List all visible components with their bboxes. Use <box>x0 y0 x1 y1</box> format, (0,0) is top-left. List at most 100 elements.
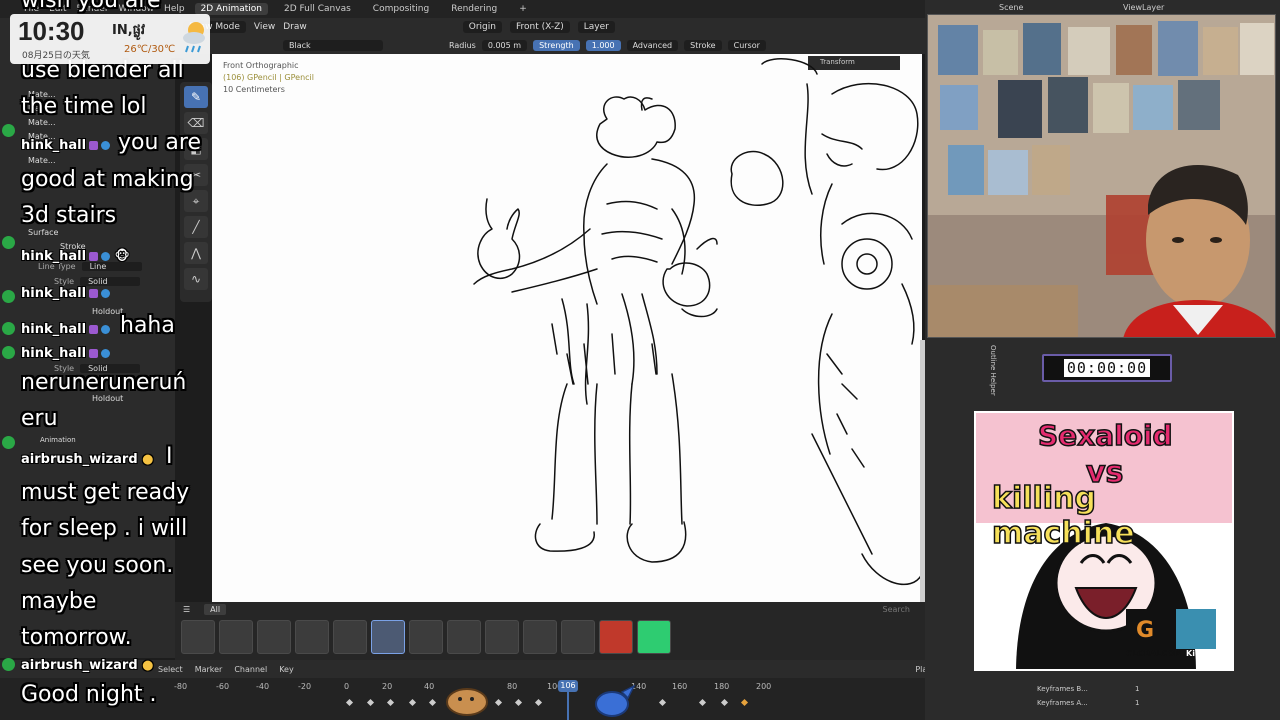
draw-menu[interactable]: Draw <box>283 22 307 32</box>
workspace-tab-rendering[interactable]: Rendering <box>445 3 503 15</box>
keyframe[interactable] <box>428 698 437 707</box>
line-tool-button[interactable]: ╱ <box>184 216 208 238</box>
frame-tick: 40 <box>424 682 435 691</box>
keyframes-a-label: Keyframes A... <box>1037 699 1088 707</box>
keyframe[interactable] <box>534 698 543 707</box>
brush-thumbnail[interactable] <box>295 620 329 654</box>
stream-timer: 00:00:00 <box>1042 354 1172 382</box>
brush-thumbnail[interactable] <box>485 620 519 654</box>
keyframes-a-value[interactable]: 1 <box>1135 699 1139 707</box>
material-slot[interactable]: Mate... <box>28 154 56 166</box>
brush-thumbnail[interactable] <box>523 620 557 654</box>
polyline-tool-button[interactable]: ⋀ <box>184 242 208 264</box>
menu-window[interactable]: Window <box>119 4 155 14</box>
fill-tool-button[interactable]: ◧ <box>184 138 208 160</box>
keyframe[interactable] <box>386 698 395 707</box>
keyframes-b-value[interactable]: 1 <box>1135 685 1139 693</box>
outline-helper-tab[interactable]: Outline Helper <box>989 345 997 396</box>
timeline-menu-channel[interactable]: Channel <box>234 665 267 674</box>
keyframe[interactable] <box>366 698 375 707</box>
style-dropdown[interactable]: Solid <box>80 276 141 286</box>
material-dropdown[interactable]: Black <box>283 39 383 51</box>
brush-thumbnail[interactable] <box>409 620 443 654</box>
holdout-row[interactable]: Holdout <box>92 392 123 404</box>
draw-tool-button[interactable]: ✎ <box>184 86 208 108</box>
weather-clock-widget: 10:30 IN,ផ្លូវ 08月25日の天気 26℃/30℃ <box>10 14 210 64</box>
keyframe[interactable] <box>698 698 707 707</box>
store-label: Kindle <box>1186 649 1215 658</box>
keyframe[interactable] <box>720 698 729 707</box>
keyframe[interactable] <box>658 698 667 707</box>
brush-thumbnail[interactable] <box>181 620 215 654</box>
projection-dropdown[interactable]: Front (X-Z) <box>509 21 570 33</box>
tab-all-brushes[interactable]: All <box>204 603 227 615</box>
scene-selector[interactable]: Scene <box>999 3 1023 12</box>
drawing-viewport[interactable]: Front Orthographic (106) GPencil | GPenc… <box>212 54 922 602</box>
workspace-tab-2d-full-canvas[interactable]: 2D Full Canvas <box>278 3 357 15</box>
keyframe-selected[interactable] <box>740 698 749 707</box>
surface-section[interactable]: Surface <box>28 226 58 238</box>
frame-tick: -60 <box>216 682 230 691</box>
view-menu[interactable]: View <box>254 22 275 32</box>
style-row: Style Solid <box>54 362 141 374</box>
brush-thumbnail[interactable] <box>599 620 633 654</box>
layer-dropdown[interactable]: Layer <box>577 21 615 33</box>
radius-field[interactable]: 0.005 m <box>481 39 528 51</box>
cutter-tool-button[interactable]: ✂ <box>184 164 208 186</box>
brush-search-input[interactable]: Search <box>883 605 910 614</box>
weather-cloud-rain-icon <box>183 22 205 53</box>
playhead-line[interactable] <box>567 692 569 720</box>
strength-label[interactable]: Strength <box>533 39 580 51</box>
line-type-label: Line Type <box>38 261 76 271</box>
style-label: Style <box>54 363 75 373</box>
brush-thumbnail-active[interactable] <box>371 620 405 654</box>
style-dropdown[interactable]: Solid <box>80 363 141 373</box>
brush-thumbnail[interactable] <box>333 620 367 654</box>
material-slot-label: Mate... <box>28 131 56 141</box>
origin-dropdown[interactable]: Origin <box>462 21 502 33</box>
timeline-menu-select[interactable]: Select <box>158 665 183 674</box>
menu-edit[interactable]: Edit <box>49 4 66 14</box>
current-frame-indicator[interactable]: 106 <box>558 680 578 692</box>
brush-thumbnail[interactable] <box>561 620 595 654</box>
erase-tool-button[interactable]: ⌫ <box>184 112 208 134</box>
brush-thumbnail[interactable] <box>257 620 291 654</box>
workspace-tab-compositing[interactable]: Compositing <box>367 3 435 15</box>
brush-thumbnail[interactable] <box>219 620 253 654</box>
holdout-row[interactable]: Holdout <box>92 305 123 317</box>
holdout-label: Holdout <box>92 306 124 316</box>
keyframe[interactable] <box>408 698 417 707</box>
brush-thumbnail[interactable] <box>447 620 481 654</box>
timeline-menu-key[interactable]: Key <box>279 665 294 674</box>
menu-render[interactable]: Render <box>77 4 109 14</box>
timeline-menu-marker[interactable]: Marker <box>195 665 223 674</box>
strength-field[interactable]: 1.000 <box>585 39 621 51</box>
add-workspace-button[interactable]: + <box>513 3 533 15</box>
comic-cover-overlay: G Sexaloid vs killing machine GLOBALCOMI… <box>974 411 1234 671</box>
material-slot[interactable]: Mate... <box>28 88 56 100</box>
animation-section[interactable]: Animation <box>40 434 76 446</box>
brush-thumbnail[interactable] <box>637 620 671 654</box>
menu-icon[interactable]: ☰ <box>183 605 190 614</box>
menu-help[interactable]: Help <box>164 4 185 14</box>
curve-tool-button[interactable]: ∿ <box>184 268 208 290</box>
frame-tick: 160 <box>672 682 688 691</box>
eyedropper-tool-button[interactable]: ⌖ <box>184 190 208 212</box>
view-layer-selector[interactable]: ViewLayer <box>1123 3 1164 12</box>
keyframe[interactable] <box>345 698 354 707</box>
toolbar: ✎ ⌫ ◧ ✂ ⌖ ╱ ⋀ ∿ <box>180 82 212 302</box>
menu-file[interactable]: File <box>24 4 39 14</box>
stroke-dropdown[interactable]: Stroke <box>684 39 722 51</box>
clock-city: IN,ផ្លូវ <box>112 23 146 38</box>
material-slot[interactable]: Mate... <box>28 130 56 142</box>
timeline-ruler[interactable]: -80 -60 -40 -20 0 20 40 80 100 140 160 1… <box>0 678 970 720</box>
cursor-dropdown[interactable]: Cursor <box>727 39 766 51</box>
keyframe[interactable] <box>514 698 523 707</box>
advanced-dropdown[interactable]: Advanced <box>626 39 679 51</box>
line-type-dropdown[interactable]: Line <box>81 261 142 271</box>
material-slot[interactable]: Mate... <box>28 116 56 128</box>
stroke-checkbox[interactable]: Stroke <box>60 240 86 252</box>
keyframe[interactable] <box>494 698 503 707</box>
frame-tick: 20 <box>382 682 393 691</box>
material-slot[interactable]: Mate... <box>28 102 56 114</box>
